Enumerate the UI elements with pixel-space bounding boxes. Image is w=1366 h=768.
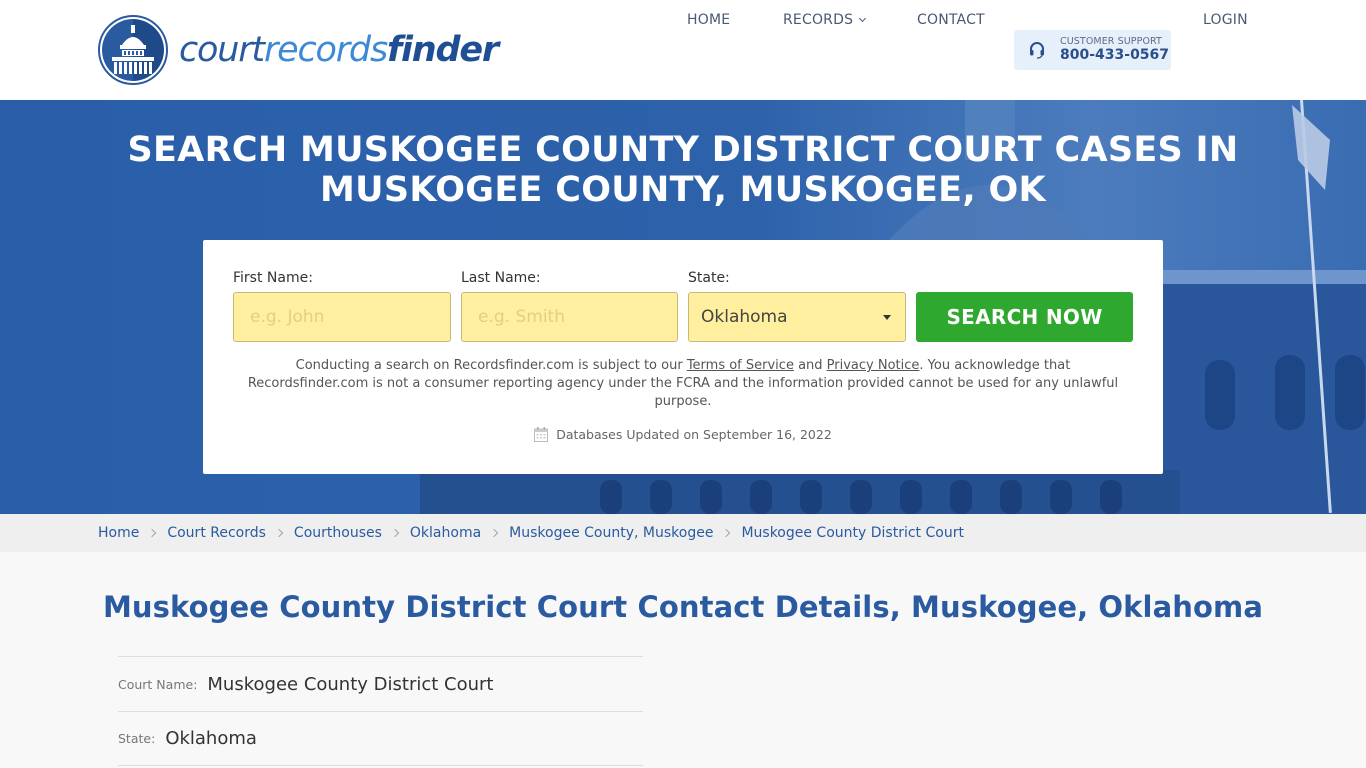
hero-title-line-2: MUSKOGEE COUNTY, MUSKOGEE, OK: [320, 170, 1046, 210]
state-label: State:: [688, 270, 730, 286]
databases-updated-text: Databases Updated on September 16, 2022: [556, 427, 832, 442]
detail-key: Court Name:: [118, 676, 198, 692]
terms-of-service-link[interactable]: Terms of Service: [687, 358, 794, 373]
capitol-logo-icon: [98, 15, 168, 85]
breadcrumb-oklahoma[interactable]: Oklahoma: [410, 525, 481, 541]
search-now-button[interactable]: SEARCH NOW: [916, 292, 1133, 342]
support-phone: 800-433-0567: [1060, 47, 1170, 63]
first-name-input[interactable]: [233, 292, 451, 342]
chevron-down-icon: [859, 14, 867, 23]
disclaimer-text-and: and: [793, 358, 827, 373]
brand-part-records: records: [263, 29, 388, 70]
nav-contact[interactable]: CONTACT: [917, 0, 985, 40]
customer-support-button[interactable]: CUSTOMER SUPPORT 800-433-0567: [1014, 30, 1171, 70]
hero-banner: SEARCH MUSKOGEE COUNTY DISTRICT COURT CA…: [0, 100, 1366, 514]
hero-title: SEARCH MUSKOGEE COUNTY DISTRICT COURT CA…: [0, 130, 1366, 210]
detail-row-court-name: Court Name: Muskogee County District Cou…: [118, 656, 643, 711]
site-logo[interactable]: courtrecordsfinder: [98, 15, 499, 85]
disclaimer-text-1: Conducting a search on Recordsfinder.com…: [295, 358, 687, 373]
brand-wordmark: courtrecordsfinder: [179, 29, 499, 70]
state-select[interactable]: Oklahoma: [688, 292, 906, 342]
hero-title-line-1: SEARCH MUSKOGEE COUNTY DISTRICT COURT CA…: [127, 130, 1239, 170]
breadcrumb-current-court[interactable]: Muskogee County District Court: [741, 525, 964, 541]
breadcrumb: Home Court Records Courthouses Oklahoma …: [0, 514, 1366, 552]
breadcrumb-courthouses[interactable]: Courthouses: [294, 525, 382, 541]
headset-icon: [1030, 42, 1044, 59]
brand-part-finder: finder: [386, 29, 499, 70]
site-header: courtrecordsfinder HOME RECORDS CONTACT …: [0, 0, 1366, 100]
support-label: CUSTOMER SUPPORT: [1060, 36, 1162, 47]
court-details-list: Court Name: Muskogee County District Cou…: [118, 656, 643, 766]
last-name-label: Last Name:: [461, 270, 541, 286]
detail-key: State:: [118, 731, 156, 746]
calendar-icon: [534, 427, 549, 442]
breadcrumb-court-records[interactable]: Court Records: [167, 525, 266, 541]
nav-records[interactable]: RECORDS: [783, 0, 867, 40]
chevron-right-icon: [390, 528, 400, 538]
detail-row-state: State: Oklahoma: [118, 711, 643, 766]
page-title: Muskogee County District Court Contact D…: [102, 590, 1264, 624]
chevron-right-icon: [489, 528, 499, 538]
search-form: First Name: Last Name: State: Oklahoma S…: [203, 240, 1163, 474]
last-name-input[interactable]: [461, 292, 678, 342]
first-name-label: First Name:: [233, 270, 313, 286]
detail-value: Oklahoma: [165, 728, 257, 749]
search-disclaimer: Conducting a search on Recordsfinder.com…: [243, 357, 1123, 411]
breadcrumb-muskogee-county[interactable]: Muskogee County, Muskogee: [509, 525, 713, 541]
nav-records-label: RECORDS: [783, 12, 854, 28]
nav-home[interactable]: HOME: [687, 0, 730, 40]
databases-updated: Databases Updated on September 16, 2022: [203, 427, 1163, 442]
caret-down-icon: [883, 315, 891, 320]
chevron-right-icon: [274, 528, 284, 538]
brand-part-court: court: [179, 29, 265, 70]
chevron-right-icon: [722, 528, 731, 538]
chevron-right-icon: [148, 528, 157, 538]
breadcrumb-home[interactable]: Home: [98, 525, 139, 541]
privacy-notice-link[interactable]: Privacy Notice: [827, 358, 920, 373]
detail-value: Muskogee County District Court: [207, 673, 494, 695]
state-select-value: Oklahoma: [701, 307, 788, 327]
nav-login[interactable]: LOGIN: [1203, 0, 1248, 40]
